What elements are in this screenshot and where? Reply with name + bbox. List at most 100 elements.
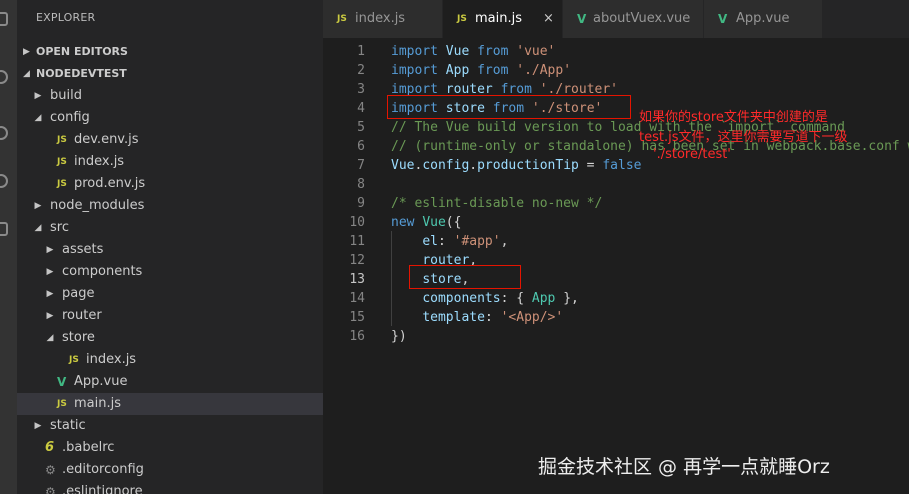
project-header[interactable]: ◢ NODEDEVTEST [17,63,323,85]
tree-file[interactable]: JS index.js [17,151,323,173]
code-line[interactable]: import Vue from 'vue' [391,42,555,61]
annotation-line-2: test.js文件，这里你需要写道下一级 [639,130,848,145]
debug-icon[interactable] [0,168,17,194]
tab-aboutvuex-vue[interactable]: V aboutVuex.vue [563,0,703,38]
code-token: /* eslint-disable no-new */ [391,196,603,211]
code-editor[interactable]: 1 2 3 4 5 6 7 8 9 10 11 12 13 14 15 16 import Vue from … [323,38,909,494]
tree-file[interactable]: JS index.js [17,349,323,371]
line-number: 16 [349,329,365,344]
code-token: Vue [445,44,470,59]
tree-folder[interactable]: ◢ src [17,217,323,239]
tab-label: aboutVuex.vue [593,11,691,26]
tree-folder[interactable]: ◢ store [17,327,323,349]
tree-file[interactable]: JS prod.env.js [17,173,323,195]
code-token: : [484,310,501,325]
tree-file[interactable]: 6 .babelrc [17,437,323,459]
chevron-down-icon: ◢ [34,223,42,233]
gear-icon: ⚙ [45,463,56,477]
tree-item-label: router [62,308,102,323]
tree-folder[interactable]: ▶ assets [17,239,323,261]
code-token: from [477,44,509,59]
code-line[interactable]: el: '#app', [391,232,508,251]
activity-bar [0,0,17,494]
source-control-icon[interactable] [0,120,17,146]
tree-folder[interactable]: ▶ build [17,85,323,107]
code-line[interactable]: }) [391,327,407,346]
tree-file[interactable]: ⚙ .eslintignore [17,481,323,494]
tree-folder[interactable]: ▶ static [17,415,323,437]
code-token: : [437,234,454,249]
line-number: 1 [357,44,365,59]
code-token: : { [500,291,532,306]
code-line[interactable]: import App from './App' [391,61,571,80]
tree-file[interactable]: V App.vue [17,371,323,393]
code-line[interactable]: new Vue({ [391,213,461,232]
code-token: }) [391,329,407,344]
tree-item-label: components [62,264,143,279]
tree-item-label: assets [62,242,104,257]
code-line[interactable]: /* eslint-disable no-new */ [391,194,602,213]
code-token: config [422,158,470,173]
tree-item-label: .eslintignore [62,484,143,494]
tab-index-js[interactable]: JS index.js [323,0,442,38]
search-icon[interactable] [0,64,17,90]
code-token: 'vue' [516,44,556,59]
annotation-line-3: './store/test' [653,147,731,162]
code-token: template [422,310,485,325]
code-token: components [422,291,501,306]
line-number: 15 [349,310,365,325]
code-token: }, [555,291,579,306]
tab-app-vue[interactable]: V App.vue [704,0,822,38]
js-file-icon: JS [57,399,67,409]
code-token: el [422,234,438,249]
open-editors-header[interactable]: ▶ OPEN EDITORS [17,41,323,63]
chevron-right-icon: ▶ [46,289,54,299]
tree-folder[interactable]: ▶ router [17,305,323,327]
tree-item-label: .editorconfig [62,462,144,477]
chevron-right-icon: ▶ [23,47,30,57]
chevron-down-icon: ◢ [23,69,30,79]
vue-icon: V [718,12,728,26]
line-number: 4 [357,101,365,116]
code-line[interactable]: components: { App }, [391,289,579,308]
close-icon[interactable]: × [543,0,554,38]
tree-item-label: main.js [74,396,121,411]
tree-item-label: .babelrc [62,440,115,455]
tree-folder[interactable]: ▶ components [17,261,323,283]
tree-file[interactable]: JS main.js [17,393,323,415]
extensions-icon[interactable] [0,216,17,242]
tree-item-label: page [62,286,95,301]
files-icon[interactable] [0,6,17,32]
vue-file-icon: V [57,375,67,389]
code-token: './App' [516,63,572,78]
tab-main-js[interactable]: JS main.js × [443,0,562,38]
code-line[interactable]: Vue.config.productionTip = false [391,156,641,175]
line-number: 9 [357,196,365,211]
tree-folder[interactable]: ▶ node_modules [17,195,323,217]
tree-item-label: src [50,220,69,235]
line-number: 10 [349,215,365,230]
code-token: import [391,63,438,78]
line-number: 8 [357,177,365,192]
code-token: = [578,158,603,173]
line-number: 3 [357,82,365,97]
annotation-line-1: 如果你的store文件夹中创建的是 [639,110,828,125]
tree-file[interactable]: JS dev.env.js [17,129,323,151]
line-number: 14 [349,291,365,306]
tree-folder[interactable]: ▶ page [17,283,323,305]
js-icon: JS [457,14,467,24]
tree-item-label: build [50,88,82,103]
code-token: productionTip [477,158,579,173]
tree-file[interactable]: ⚙ .editorconfig [17,459,323,481]
highlight-box-import-store [387,95,631,119]
watermark: 掘金技术社区 @ 再学一点就睡Orz [538,456,830,478]
code-token: , [500,234,509,249]
tree-folder[interactable]: ◢ config [17,107,323,129]
code-token: new [391,215,415,230]
tree-item-label: store [62,330,95,345]
code-line[interactable]: template: '<App/>' [391,308,563,327]
js-file-icon: JS [57,179,67,189]
